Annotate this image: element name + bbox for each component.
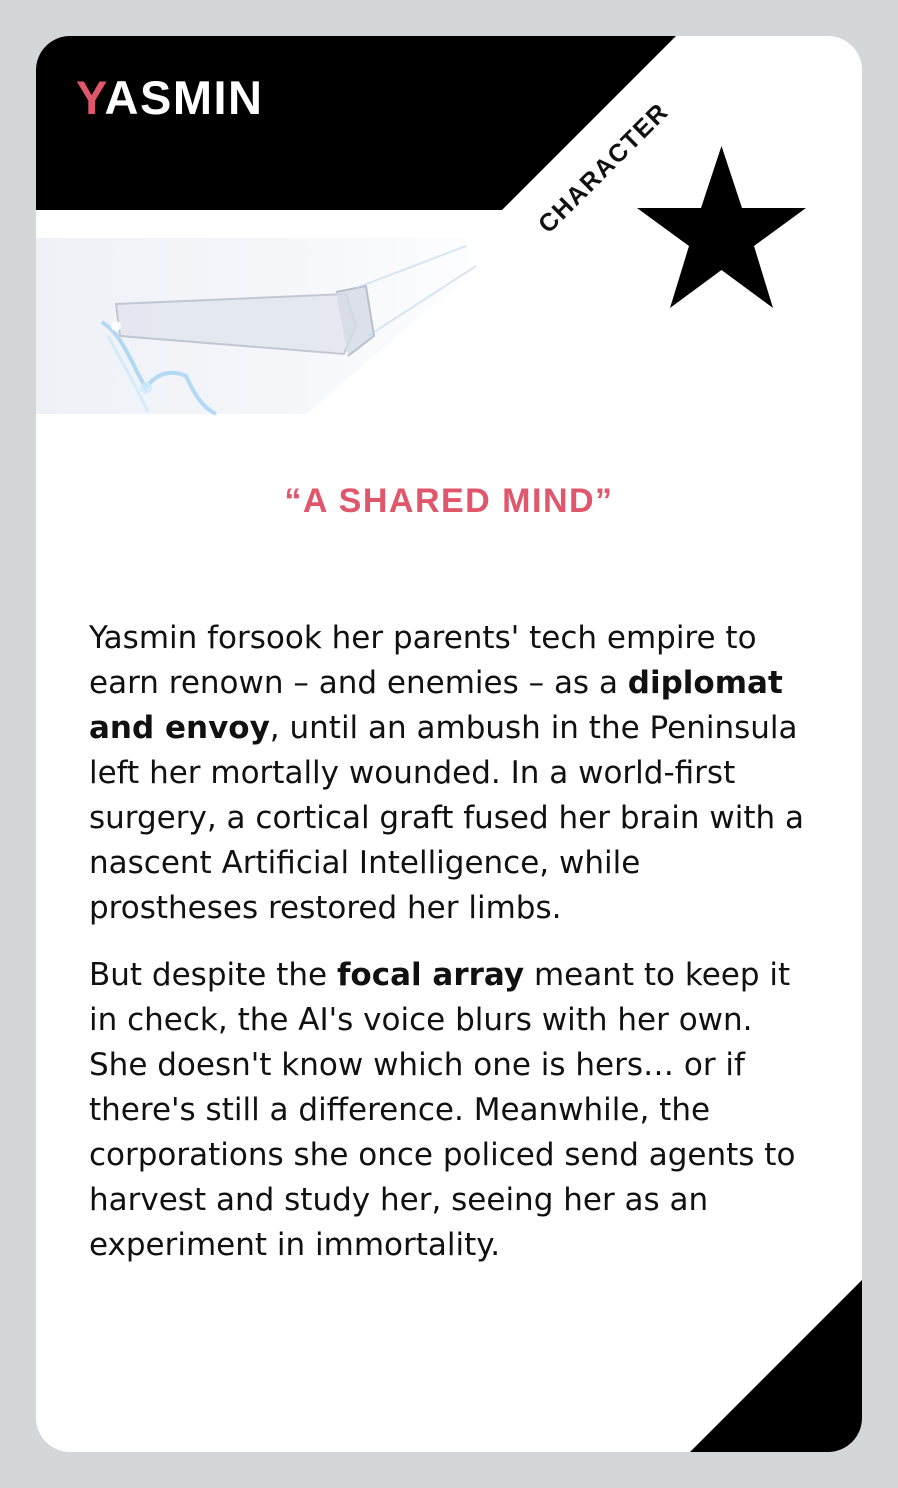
description-paragraph: But despite the focal array meant to kee…	[89, 953, 819, 1268]
character-card: YASMIN CHARACTER “A SHARED MIND” Yasmin …	[36, 36, 862, 1452]
card-name-rest: ASMIN	[104, 71, 264, 124]
text-run: But despite the	[89, 957, 337, 993]
card-description: Yasmin forsook her parents' tech empire …	[89, 616, 819, 1290]
star-icon	[637, 146, 806, 308]
text-run: meant to keep it in check, the AI's voic…	[89, 957, 796, 1263]
keyword-focal-array: focal array	[336, 957, 525, 993]
corner-triangle	[690, 1280, 862, 1452]
card-tagline: “A SHARED MIND”	[284, 482, 614, 520]
card-name-initial: Y	[76, 71, 105, 124]
card-name: YASMIN	[76, 74, 264, 121]
description-paragraph: Yasmin forsook her parents' tech empire …	[89, 616, 819, 931]
